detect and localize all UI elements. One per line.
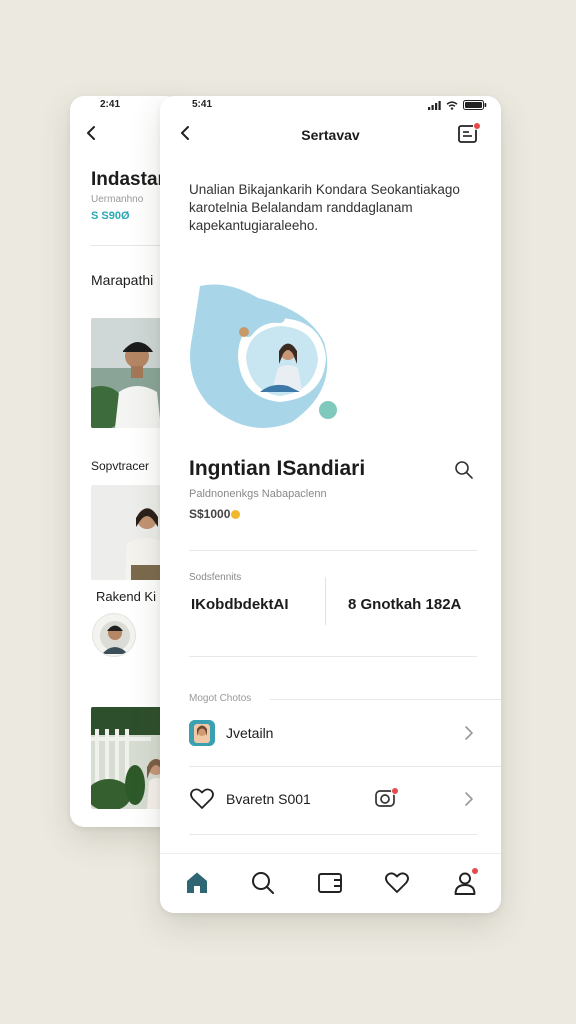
divider (189, 766, 501, 767)
section-heading: Sopvtracer (91, 459, 150, 473)
page-subtitle: Uermanhno (91, 194, 144, 205)
chevron-right-icon (465, 792, 473, 806)
person-name: Rakend Ki (96, 589, 156, 604)
search-icon[interactable] (454, 460, 474, 480)
chevron-right-icon (465, 726, 473, 740)
tab-wallet[interactable] (317, 870, 343, 896)
divider (189, 834, 477, 835)
home-icon (187, 872, 207, 893)
price-value: S$1000 (189, 507, 231, 521)
list-item[interactable]: Bvaretn S001 (189, 777, 477, 821)
notification-badge (391, 787, 399, 795)
camera-button[interactable] (374, 787, 399, 814)
status-bar: 5:41 (160, 96, 501, 114)
price-label: S S90Ø (91, 210, 130, 222)
notification-badge (471, 867, 479, 875)
divider (325, 577, 326, 625)
detail-value-left: IKobdbdektAI (191, 596, 289, 613)
hero-illustration (190, 284, 337, 428)
row-label: Bvaretn S001 (226, 791, 311, 807)
row-label: Jvetailn (226, 725, 274, 741)
product-title: Ingntian ISandiari (189, 457, 366, 480)
wifi-icon (446, 100, 458, 110)
status-icons (428, 100, 487, 110)
tab-profile[interactable] (452, 867, 479, 896)
product-price: S$1000 (189, 507, 241, 521)
row-thumbnail (189, 720, 215, 746)
tab-search[interactable] (250, 870, 276, 896)
list-item[interactable]: Jvetailn (189, 711, 477, 755)
back-arrow-icon[interactable] (84, 125, 98, 141)
document-button[interactable] (457, 122, 481, 150)
avatar-image (100, 621, 130, 654)
status-time: 5:41 (192, 99, 213, 110)
wallet-icon (318, 873, 342, 893)
thumbnail-image (189, 720, 215, 746)
section-label: Mogot Chotos (189, 693, 252, 704)
section-heading: Marapathi (91, 272, 154, 288)
page-title: Indastar (91, 169, 165, 190)
front-screen: 5:41 Sertavav Unalian Bikajankarih Konda… (160, 96, 501, 913)
coin-icon (231, 510, 241, 519)
signal-icon (428, 100, 441, 110)
avatar[interactable] (92, 613, 136, 657)
heart-icon (190, 788, 214, 809)
product-subtitle: Paldnonenkgs Nabapaclenn (189, 488, 327, 500)
status-time: 2:41 (100, 99, 121, 110)
details-label: Sodsfennits (189, 572, 242, 583)
notification-badge (473, 122, 481, 130)
tab-favorites[interactable] (384, 870, 410, 896)
tab-home[interactable] (184, 870, 210, 896)
intro-text: Unalian Bikajankarih Kondara Seokantiaka… (189, 182, 460, 233)
divider (270, 699, 501, 700)
search-icon (252, 872, 274, 894)
nav-title: Sertavav (301, 127, 360, 143)
detail-value-right: 8 Gnotkah 182A (348, 596, 462, 613)
heart-icon (385, 872, 409, 893)
divider (189, 550, 477, 551)
divider (189, 656, 477, 657)
battery-icon (463, 100, 487, 110)
tab-bar (160, 853, 501, 913)
